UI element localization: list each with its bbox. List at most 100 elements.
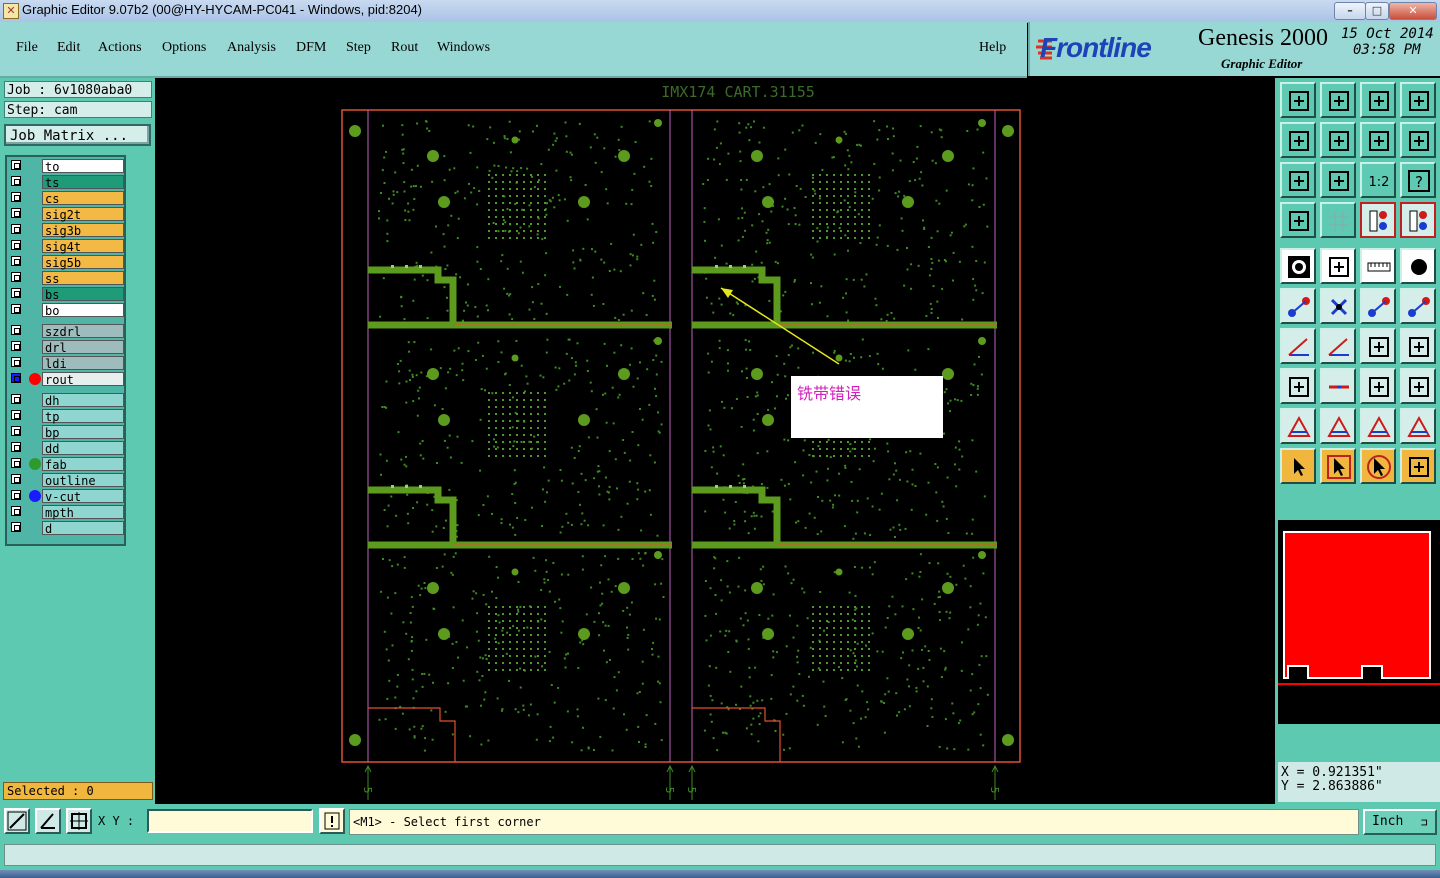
tool-layer-stack-button[interactable] [1360, 202, 1396, 238]
menu-analysis[interactable]: Analysis [227, 40, 276, 56]
layer-row-szdrl[interactable]: szdrl [9, 324, 124, 339]
layer-row-ts[interactable]: ts [9, 175, 124, 190]
tool-triangle-button[interactable] [1280, 408, 1316, 444]
layer-name[interactable]: to [42, 159, 124, 174]
tool-a-mid-button[interactable] [1400, 408, 1436, 444]
layer-name[interactable]: ldi [42, 356, 124, 371]
layer-name[interactable]: bo [42, 303, 124, 318]
tool-home-button[interactable] [1360, 82, 1396, 118]
tool-a-up-button[interactable] [1360, 408, 1396, 444]
menu-options[interactable]: Options [162, 40, 206, 56]
layer-name[interactable]: sig2t [42, 207, 124, 222]
layer-name[interactable]: fab [42, 457, 124, 472]
tool-shapes-button[interactable] [1400, 368, 1436, 404]
layer-name[interactable]: bp [42, 425, 124, 440]
layer-name[interactable]: szdrl [42, 324, 124, 339]
tool-minus-button[interactable] [1320, 368, 1356, 404]
layer-name[interactable]: sig3b [42, 223, 124, 238]
layer-name[interactable]: v-cut [42, 489, 124, 504]
layer-checkbox[interactable] [11, 272, 21, 282]
layer-checkbox[interactable] [11, 394, 21, 404]
tool-zoom-center-button[interactable] [1320, 162, 1356, 198]
layer-row-tp[interactable]: tp [9, 409, 124, 424]
layer-name[interactable]: ts [42, 175, 124, 190]
layer-row-ss[interactable]: ss [9, 271, 124, 286]
layer-checkbox[interactable] [11, 458, 21, 468]
layer-checkbox[interactable] [11, 490, 21, 500]
layer-checkbox[interactable] [11, 288, 21, 298]
graphic-canvas[interactable]: IMX174 CART.31155 5 5 5 5 铣带错误 [155, 78, 1275, 804]
layer-row-drl[interactable]: drl [9, 340, 124, 355]
tool-s-curve-button[interactable] [1400, 122, 1436, 158]
menu-file[interactable]: File [16, 40, 38, 56]
tool-cross-button[interactable] [1320, 288, 1356, 324]
layer-checkbox[interactable] [11, 224, 21, 234]
layer-row-to[interactable]: to [9, 159, 124, 174]
tool-pad-line-button[interactable] [1400, 288, 1436, 324]
tool-line-pad-button[interactable] [1360, 288, 1396, 324]
tool-split-button[interactable] [1400, 328, 1436, 364]
layer-row-sig4t[interactable]: sig4t [9, 239, 124, 254]
tool-angle-button[interactable] [1280, 328, 1316, 364]
tool-route-button[interactable] [1400, 448, 1436, 484]
layer-row-bo[interactable]: bo [9, 303, 124, 318]
tool-dimension-button[interactable] [1360, 368, 1396, 404]
tool-zoom-fit-button[interactable] [1280, 162, 1316, 198]
tool-ratio-button[interactable]: 1:2 [1360, 162, 1396, 198]
layer-name[interactable]: tp [42, 409, 124, 424]
menu-step[interactable]: Step [346, 40, 371, 56]
layer-row-bs[interactable]: bs [9, 287, 124, 302]
layer-checkbox[interactable] [11, 522, 21, 532]
tool-swap-button[interactable] [1360, 122, 1396, 158]
tool-wrench-button[interactable] [1280, 202, 1316, 238]
layer-row-sig3b[interactable]: sig3b [9, 223, 124, 238]
tool-pad-select-button[interactable] [1280, 368, 1316, 404]
layer-row-bp[interactable]: bp [9, 425, 124, 440]
layer-row-outline[interactable]: outline [9, 473, 124, 488]
tool-pointer-button[interactable] [1280, 448, 1316, 484]
tool-left-panel-button[interactable] [1280, 122, 1316, 158]
layer-name[interactable]: drl [42, 340, 124, 355]
tool-import-button[interactable] [1320, 82, 1356, 118]
tool-help-button[interactable]: ? [1400, 162, 1436, 198]
layer-row-rout[interactable]: rout [9, 372, 124, 387]
tool-pointer-box-button[interactable] [1320, 448, 1356, 484]
menu-dfm[interactable]: DFM [296, 40, 326, 56]
layer-checkbox[interactable] [11, 176, 21, 186]
layer-name[interactable]: mpth [42, 505, 124, 520]
menu-rout[interactable]: Rout [391, 40, 418, 56]
menu-windows[interactable]: Windows [437, 40, 490, 56]
tool-ruler-button[interactable] [1360, 248, 1396, 284]
layer-checkbox[interactable] [11, 426, 21, 436]
layer-row-ldi[interactable]: ldi [9, 356, 124, 371]
tool-export-button[interactable] [1280, 82, 1316, 118]
layer-name[interactable]: ss [42, 271, 124, 286]
layer-checkbox[interactable] [11, 373, 21, 383]
maximize-button[interactable]: □ [1365, 2, 1389, 20]
layer-name[interactable]: outline [42, 473, 124, 488]
tool-layer-stack-alt-button[interactable] [1400, 202, 1436, 238]
tool-grid-button[interactable] [1320, 202, 1356, 238]
layer-checkbox[interactable] [11, 325, 21, 335]
layer-name[interactable]: dh [42, 393, 124, 408]
menu-actions[interactable]: Actions [98, 40, 142, 56]
layer-checkbox[interactable] [11, 304, 21, 314]
layer-checkbox[interactable] [11, 357, 21, 367]
layer-row-dh[interactable]: dh [9, 393, 124, 408]
layer-checkbox[interactable] [11, 240, 21, 250]
tool-measure-button[interactable] [1320, 248, 1356, 284]
xy-input[interactable] [147, 809, 313, 833]
layer-checkbox[interactable] [11, 442, 21, 452]
minimize-button[interactable]: – [1334, 2, 1366, 20]
layer-checkbox[interactable] [11, 506, 21, 516]
tool-arc-button[interactable] [1360, 328, 1396, 364]
layer-name[interactable]: rout [42, 372, 124, 387]
layer-name[interactable]: sig4t [42, 239, 124, 254]
tool-dot-button[interactable] [1400, 248, 1436, 284]
layer-name[interactable]: sig5b [42, 255, 124, 270]
layer-checkbox[interactable] [11, 208, 21, 218]
menu-help[interactable]: Help [979, 40, 1006, 56]
layer-row-d[interactable]: d [9, 521, 124, 536]
grid-snap-button[interactable] [66, 808, 92, 834]
layer-name[interactable]: cs [42, 191, 124, 206]
